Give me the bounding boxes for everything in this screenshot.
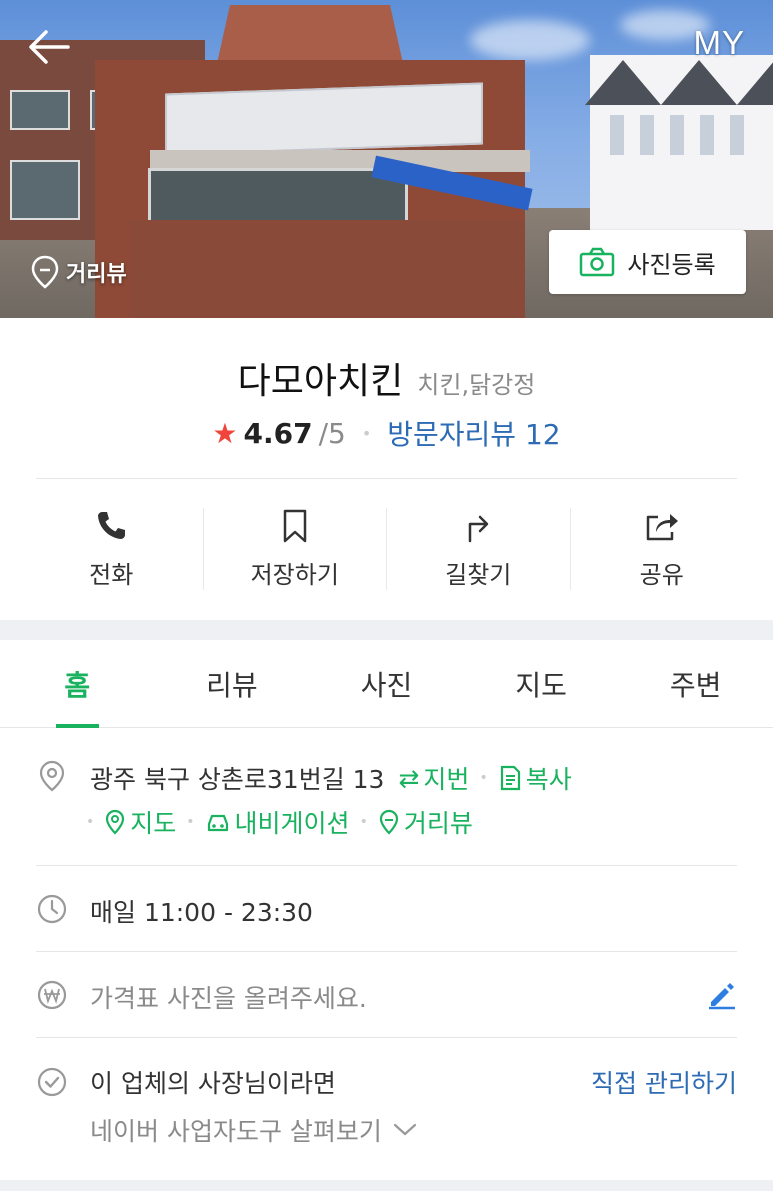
edit-pencil-icon[interactable] bbox=[707, 980, 737, 1010]
arrow-left-icon bbox=[29, 30, 70, 64]
cloud bbox=[470, 20, 590, 60]
rating-max: /5 bbox=[318, 416, 346, 450]
car-icon bbox=[207, 814, 228, 832]
call-label: 전화 bbox=[89, 561, 134, 589]
title-row: 다모아치킨 치킨,닭강정 bbox=[0, 352, 773, 404]
streetview-button[interactable]: 거리뷰 bbox=[30, 255, 127, 289]
map-pin-icon bbox=[106, 809, 125, 835]
place-name: 다모아치킨 bbox=[237, 361, 404, 402]
tab-photos[interactable]: 사진 bbox=[309, 640, 464, 727]
map-label: 지도 bbox=[130, 809, 177, 838]
jibun-label: 지번 bbox=[423, 765, 470, 794]
window-glass bbox=[148, 168, 408, 228]
divider bbox=[36, 478, 737, 479]
star-icon: ★ bbox=[212, 416, 238, 450]
map-link[interactable]: 지도 bbox=[104, 804, 176, 840]
bookmark-icon bbox=[283, 509, 306, 543]
address-links: • 지도 • 내비게이션 • 거리뷰 bbox=[86, 804, 473, 840]
jibun-toggle[interactable]: ⇄ 지번 bbox=[398, 760, 469, 796]
hours-text: 매일 11:00 - 23:30 bbox=[90, 898, 313, 927]
share-icon bbox=[646, 514, 678, 541]
location-pin-icon bbox=[31, 255, 59, 289]
separator-dot: • bbox=[479, 770, 488, 786]
action-bar: 전화 저장하기 길찾기 공유 bbox=[20, 508, 753, 598]
price-row[interactable]: 가격표 사진을 올려주세요. bbox=[36, 952, 737, 1038]
streetview-link-label: 거리뷰 bbox=[403, 809, 473, 838]
back-button[interactable] bbox=[24, 22, 74, 72]
shop-sign bbox=[165, 82, 483, 156]
tab-reviews[interactable]: 리뷰 bbox=[155, 640, 310, 727]
location-pin-icon bbox=[39, 760, 65, 792]
copy-button[interactable]: 복사 bbox=[498, 760, 572, 796]
clock-icon bbox=[37, 894, 67, 924]
hours-row[interactable]: 매일 11:00 - 23:30 bbox=[36, 866, 737, 952]
tab-map[interactable]: 지도 bbox=[464, 640, 619, 727]
brick-wall bbox=[130, 220, 525, 318]
streetview-icon bbox=[379, 809, 398, 835]
rating-score: 4.67 bbox=[243, 416, 313, 450]
call-button[interactable]: 전화 bbox=[20, 508, 204, 590]
owner-text: 이 업체의 사장님이라면 bbox=[90, 1069, 336, 1098]
place-category: 치킨,닭강정 bbox=[417, 371, 536, 399]
save-button[interactable]: 저장하기 bbox=[204, 508, 387, 590]
address-text: 광주 북구 상촌로31번길 13 bbox=[90, 765, 385, 794]
separator-dot: • bbox=[186, 814, 195, 830]
separator-dot: • bbox=[359, 814, 368, 830]
directions-icon bbox=[469, 515, 489, 543]
price-placeholder: 가격표 사진을 올려주세요. bbox=[90, 984, 367, 1013]
business-tools-label: 네이버 사업자도구 살펴보기 bbox=[90, 1117, 382, 1146]
owner-row: 이 업체의 사장님이라면 직접 관리하기 네이버 사업자도구 살펴보기 bbox=[36, 1038, 737, 1168]
place-detail: 홈 리뷰 사진 지도 주변 광주 북구 상촌로31번길 13 ⇄ 지번 • 복사 bbox=[0, 640, 773, 1180]
chevron-down-icon bbox=[393, 1123, 417, 1136]
streetview-label: 거리뷰 bbox=[66, 262, 127, 287]
save-label: 저장하기 bbox=[250, 561, 339, 589]
photo-register-button[interactable]: 사진등록 bbox=[549, 230, 746, 294]
rating-row: ★ 4.67/5 • 방문자리뷰 12 bbox=[0, 413, 773, 453]
place-summary: 다모아치킨 치킨,닭강정 ★ 4.67/5 • 방문자리뷰 12 전화 저장하기… bbox=[0, 318, 773, 620]
camera-icon bbox=[580, 247, 615, 277]
navigation-link[interactable]: 내비게이션 bbox=[205, 804, 350, 840]
hero-photo[interactable]: MY 거리뷰 사진등록 bbox=[0, 0, 773, 318]
check-circle-icon bbox=[37, 1067, 67, 1097]
copy-icon bbox=[500, 765, 520, 791]
visitor-review-link[interactable]: 방문자리뷰 12 bbox=[387, 413, 560, 453]
separator-dot: • bbox=[86, 814, 95, 830]
navigation-label: 내비게이션 bbox=[234, 809, 350, 838]
photo-register-label: 사진등록 bbox=[627, 250, 716, 279]
my-button[interactable]: MY bbox=[694, 24, 746, 62]
tab-nearby[interactable]: 주변 bbox=[618, 640, 773, 727]
phone-icon bbox=[98, 512, 126, 539]
directions-button[interactable]: 길찾기 bbox=[387, 508, 571, 590]
swap-icon: ⇄ bbox=[398, 763, 420, 793]
address-line: 광주 북구 상촌로31번길 13 ⇄ 지번 • 복사 bbox=[90, 760, 572, 796]
share-label: 공유 bbox=[639, 561, 684, 589]
manage-link[interactable]: 직접 관리하기 bbox=[591, 1064, 737, 1100]
tab-bar: 홈 리뷰 사진 지도 주변 bbox=[0, 640, 773, 728]
business-tools-toggle[interactable]: 네이버 사업자도구 살펴보기 bbox=[90, 1112, 418, 1148]
streetview-link[interactable]: 거리뷰 bbox=[378, 804, 473, 840]
separator-dot: • bbox=[361, 423, 372, 443]
copy-label: 복사 bbox=[525, 765, 572, 794]
directions-label: 길찾기 bbox=[445, 561, 512, 589]
won-icon bbox=[37, 980, 67, 1010]
tab-home[interactable]: 홈 bbox=[0, 640, 155, 728]
share-button[interactable]: 공유 bbox=[571, 508, 754, 590]
address-row: 광주 북구 상촌로31번길 13 ⇄ 지번 • 복사 • 지도 • 내비게이션 … bbox=[36, 738, 737, 866]
